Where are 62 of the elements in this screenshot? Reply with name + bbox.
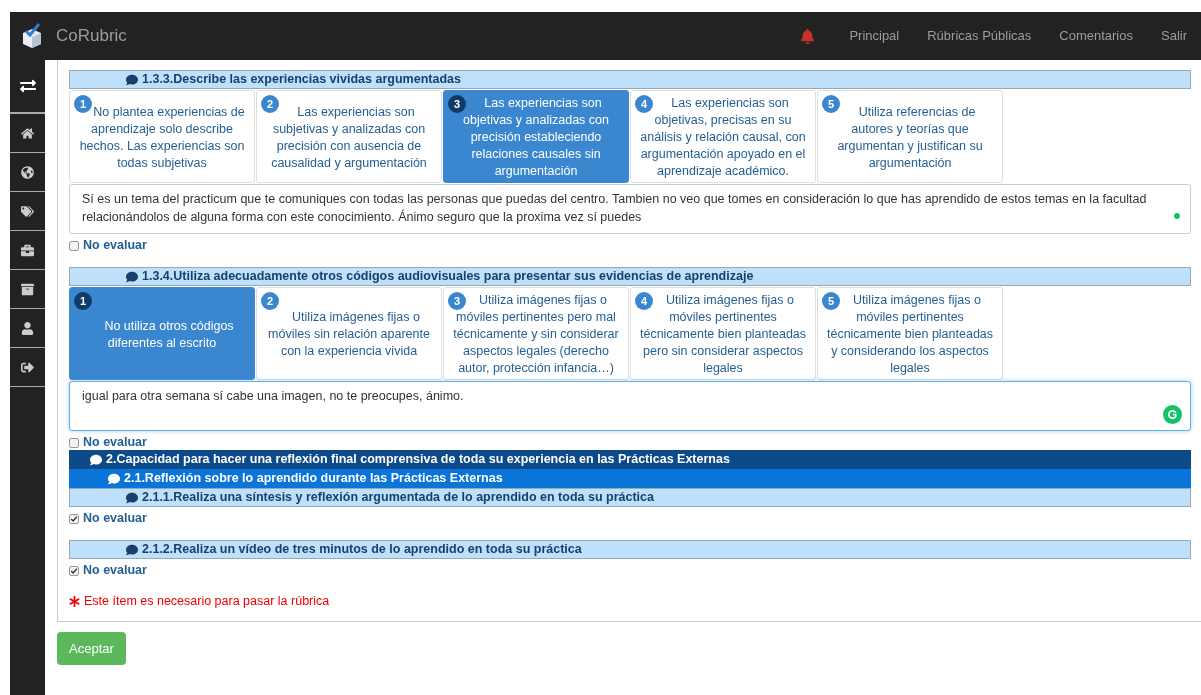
grammar-badge-icon (1163, 405, 1182, 424)
nav-link[interactable]: Comentarios (1045, 26, 1147, 46)
heading-text: 2.1.Reflexión sobre lo aprendido durante las Prácticas Externas (124, 470, 503, 488)
level-option[interactable]: 5 Utiliza imágenes fijas o móviles pertinentes técnicamente bien planteadas y considerando los aspectos legales (817, 287, 1003, 380)
required-note: Este ítem es necesario para pasar la rúbrica (84, 593, 330, 610)
archive-icon (21, 282, 34, 296)
level-number: 4 (635, 95, 653, 113)
swap-icon (19, 78, 36, 94)
level-number: 5 (822, 95, 840, 113)
level-option[interactable]: 2 Las experiencias son subjetivas y analizadas con precisión con ausencia de causalidad y argumentación (256, 90, 442, 183)
comment-field[interactable]: igual para otra semana sí cabe una imagen, no te preocupes, ánimo. (69, 381, 1191, 431)
comment-icon (90, 453, 102, 466)
comment-text: Sí es un tema del practicum que te comuniques con todas las personas que puedas del centro. Tambien no veo que tomes en consideración lo que has aprendido de estos temas en la facultad relacionándolos de alguna forma con este conocimiento. Ánimo seguro que la proxima vez sí puedes (82, 191, 1148, 226)
level-option[interactable]: 2 Utiliza imágenes fijas o móviles sin relación aparente con la experiencia vivida (256, 287, 442, 380)
checkbox-label: No evaluar (83, 435, 147, 450)
comment-icon (126, 491, 138, 504)
level-option[interactable]: 3 Las experiencias son objetivas y analizadas con precisión estableciendo relaciones causales sin argumentación (443, 90, 629, 183)
level-number: 2 (261, 292, 279, 310)
level-number: 1 (74, 95, 92, 113)
heading-text: 1.3.3.Describe las experiencias vividas argumentadas (142, 71, 461, 89)
comment-icon (126, 270, 138, 283)
tags-icon (21, 204, 34, 218)
heading-text: 2.1.1.Realiza una síntesis y reflexión argumentada de lo aprendido en toda su práctica (142, 489, 654, 507)
user-icon (21, 321, 34, 335)
briefcase-icon (21, 243, 34, 257)
comment-field[interactable] (69, 184, 1191, 234)
level-option[interactable]: 4 Las experiencias son objetivas, precisas en su análisis y relación causal, con argumentación apoyado en el aprendizaje académico. (630, 90, 816, 183)
logo-icon (20, 23, 44, 49)
asterisk-icon (69, 595, 80, 607)
level-option[interactable]: 1 No utiliza otros códigos diferentes al escrito (69, 287, 255, 380)
brand-name[interactable]: CoRubric (56, 23, 127, 49)
nav-link[interactable]: Rúbricas Públicas (913, 26, 1046, 46)
nav-link[interactable]: Principal (835, 26, 914, 46)
level-option[interactable]: 1 No plantea experiencias de aprendizaje solo describe hechos. Las experiencias son todas subjetivas (69, 90, 255, 183)
nav-link[interactable]: Salir (1147, 26, 1201, 46)
heading-text: 1.3.4.Utiliza adecuadamente otros códigos audiovisuales para presentar sus evidencias de aprendizaje (142, 268, 754, 286)
level-number: 5 (822, 292, 840, 310)
level-option[interactable]: 3 Utiliza imágenes fijas o móviles pertinentes pero mal técnicamente y sin considerar aspectos legales (derecho autor, protección infancia…) (443, 287, 629, 380)
checkbox-label: No evaluar (83, 511, 147, 526)
heading-text: 2.1.2.Realiza un vídeo de tres minutos de lo aprendido en toda su práctica (142, 541, 582, 559)
level-option[interactable]: 4 Utiliza imágenes fijas o móviles pertinentes técnicamente bien planteadas pero sin considerar aspectos legales (630, 287, 816, 380)
level-number: 1 (74, 292, 92, 310)
comment-icon (126, 73, 138, 86)
comment-icon (126, 543, 138, 556)
level-option[interactable]: 5 Utiliza referencias de autores y teorías que argumentan y justifican su argumentación (817, 90, 1003, 183)
globe-icon (21, 165, 34, 179)
comment-icon (108, 472, 120, 485)
level-number: 2 (261, 95, 279, 113)
comment-text: igual para otra semana sí cabe una imagen, no te preocupes, ánimo. (82, 388, 465, 405)
checkbox-label: No evaluar (83, 563, 147, 578)
logout-icon (21, 360, 34, 374)
bell-icon[interactable] (800, 28, 816, 44)
checkbox[interactable] (69, 513, 79, 524)
checkbox-label: No evaluar (83, 238, 147, 253)
checkbox[interactable] (69, 565, 79, 576)
home-icon (21, 126, 34, 140)
level-number: 3 (448, 292, 466, 310)
checkbox[interactable] (69, 437, 79, 448)
level-number: 4 (635, 292, 653, 310)
checkbox[interactable] (69, 240, 79, 251)
heading-text: 2.Capacidad para hacer una reflexión final comprensiva de toda su experiencia en las Prácticas Externas (106, 451, 730, 469)
level-number: 3 (448, 95, 466, 113)
